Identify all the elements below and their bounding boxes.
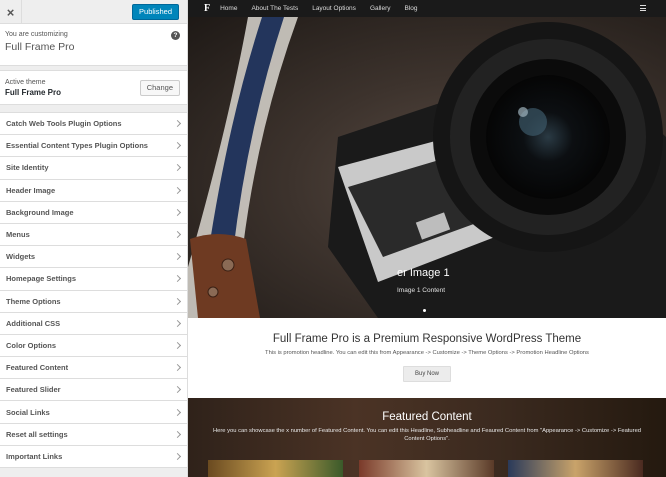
chevron-right-icon	[173, 186, 182, 194]
section-label: Catch Web Tools Plugin Options	[6, 119, 122, 129]
menu-icon[interactable]	[640, 5, 646, 11]
chevron-right-icon	[173, 275, 182, 283]
nav-link-about[interactable]: About The Tests	[251, 5, 298, 12]
section-label: Homepage Settings	[6, 274, 77, 284]
nav-link-home[interactable]: Home	[220, 5, 237, 12]
promotion-headline: Full Frame Pro is a Premium Responsive W…	[188, 318, 666, 398]
slide-subtitle: Image 1 Content	[397, 287, 446, 294]
section-label: Theme Options	[6, 296, 61, 306]
change-theme-button[interactable]: Change	[139, 80, 180, 96]
chevron-right-icon	[173, 452, 182, 460]
section-theme-options[interactable]: Theme Options	[0, 290, 187, 313]
featured-thumbnail[interactable]	[508, 460, 643, 477]
section-label: Reset all settings	[6, 429, 68, 439]
section-label: Important Links	[6, 451, 63, 461]
customizing-label: You are customizing	[5, 31, 68, 38]
publish-button[interactable]: Published	[132, 4, 179, 20]
section-essential-content-types[interactable]: Essential Content Types Plugin Options	[0, 135, 187, 158]
section-label: Color Options	[6, 340, 56, 350]
section-label: Menus	[6, 230, 30, 240]
chevron-right-icon	[173, 120, 182, 128]
chevron-right-icon	[173, 364, 182, 372]
slider-pager-dot[interactable]	[423, 309, 426, 312]
section-label: Essential Content Types Plugin Options	[6, 141, 148, 151]
section-label: Site Identity	[6, 163, 49, 173]
section-label: Background Image	[6, 207, 74, 217]
section-important-links[interactable]: Important Links	[0, 445, 187, 468]
close-customizer-button[interactable]: ×	[0, 0, 22, 24]
section-label: Social Links	[6, 407, 50, 417]
featured-title: Featured Content	[382, 411, 472, 423]
chevron-right-icon	[173, 253, 182, 261]
active-theme-panel: Active theme Full Frame Pro Change	[0, 70, 187, 105]
site-logo[interactable]: F	[204, 3, 210, 14]
nav-link-gallery[interactable]: Gallery	[370, 5, 391, 12]
nav-link-blog[interactable]: Blog	[405, 5, 418, 12]
section-homepage-settings[interactable]: Homepage Settings	[0, 268, 187, 291]
promo-title: Full Frame Pro is a Premium Responsive W…	[272, 333, 582, 345]
customizer-sidebar: × Published You are customizing Full Fra…	[0, 0, 188, 477]
chevron-right-icon	[173, 142, 182, 150]
site-nav-bar: F Home About The Tests Layout Options Ga…	[188, 0, 666, 17]
section-label: Widgets	[6, 252, 36, 262]
customizer-sections: Catch Web Tools Plugin Options Essential…	[0, 112, 187, 468]
featured-content-section: Featured Content Here you can showcase t…	[188, 398, 666, 477]
buy-now-button[interactable]: Buy Now	[402, 366, 451, 382]
featured-text: Here you can showcase the x number of Fe…	[212, 428, 642, 442]
chevron-right-icon	[173, 319, 182, 327]
section-featured-slider[interactable]: Featured Slider	[0, 379, 187, 402]
section-site-identity[interactable]: Site Identity	[0, 157, 187, 180]
section-label: Additional CSS	[6, 318, 61, 328]
chevron-right-icon	[173, 408, 182, 416]
section-label: Featured Content	[6, 363, 69, 373]
chevron-right-icon	[173, 208, 182, 216]
section-social-links[interactable]: Social Links	[0, 401, 187, 424]
section-label: Featured Slider	[6, 385, 61, 395]
section-label: Header Image	[6, 185, 56, 195]
featured-thumbnail[interactable]	[359, 460, 494, 477]
customizing-info: You are customizing Full Frame Pro ?	[0, 24, 187, 66]
promo-text: This is promotion headline. You can edit…	[265, 350, 589, 356]
chevron-right-icon	[173, 430, 182, 438]
section-reset-settings[interactable]: Reset all settings	[0, 423, 187, 446]
chevron-right-icon	[173, 164, 182, 172]
section-color-options[interactable]: Color Options	[0, 334, 187, 358]
featured-slider: er Image 1 Image 1 Content	[188, 17, 666, 318]
site-title: Full Frame Pro	[5, 41, 75, 53]
chevron-right-icon	[173, 386, 182, 394]
section-additional-css[interactable]: Additional CSS	[0, 312, 187, 335]
slide-title: er Image 1	[397, 267, 450, 279]
customizer-header: × Published	[0, 0, 187, 24]
section-header-image[interactable]: Header Image	[0, 179, 187, 202]
help-icon[interactable]: ?	[171, 31, 180, 40]
nav-link-layout-options[interactable]: Layout Options	[312, 5, 356, 12]
site-preview: F Home About The Tests Layout Options Ga…	[188, 0, 666, 477]
section-featured-content[interactable]: Featured Content	[0, 357, 187, 380]
section-menus[interactable]: Menus	[0, 223, 187, 247]
section-widgets[interactable]: Widgets	[0, 246, 187, 269]
chevron-right-icon	[173, 297, 182, 305]
section-catch-web-tools[interactable]: Catch Web Tools Plugin Options	[0, 113, 187, 136]
chevron-right-icon	[173, 230, 182, 239]
section-background-image[interactable]: Background Image	[0, 201, 187, 224]
featured-thumbnail[interactable]	[208, 460, 343, 477]
chevron-right-icon	[173, 341, 182, 350]
